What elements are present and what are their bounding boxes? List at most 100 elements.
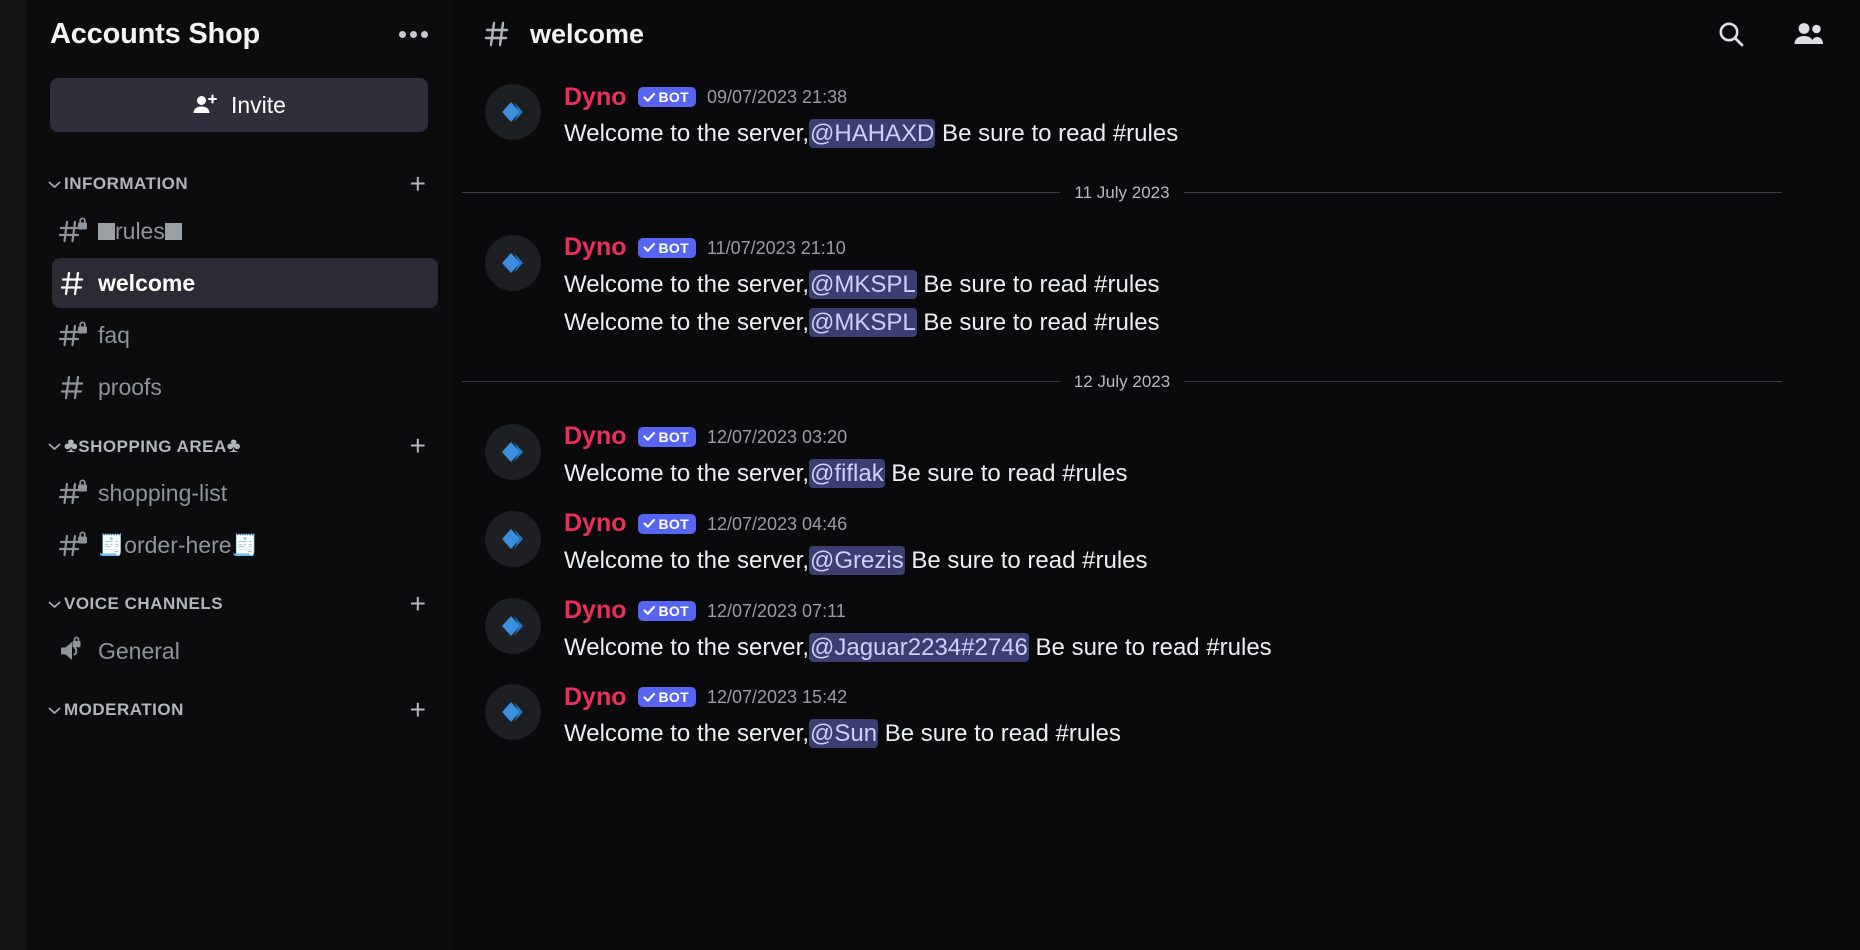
- category-text: SHOPPING AREA: [78, 437, 227, 456]
- message-timestamp: 12/07/2023 15:42: [706, 687, 848, 708]
- server-name: Accounts Shop: [50, 17, 261, 50]
- bot-badge: BOT: [637, 687, 696, 708]
- invite-label: Invite: [231, 91, 286, 118]
- sidebar-item-label: welcome: [98, 269, 196, 296]
- avatar[interactable]: [462, 509, 564, 580]
- avatar[interactable]: [462, 233, 564, 342]
- hash-locked-icon: [52, 478, 98, 508]
- avatar[interactable]: [462, 82, 564, 153]
- channel-list: INFORMATION + rules welcome faq proofs ♣…: [26, 132, 452, 950]
- hash-icon: [52, 372, 98, 402]
- message: Dyno BOT 12/07/2023 03:20 Welcome to the…: [452, 412, 1860, 499]
- message-author[interactable]: Dyno: [564, 598, 627, 623]
- category-voice-channels[interactable]: VOICE CHANNELS +: [26, 572, 452, 624]
- message-author[interactable]: Dyno: [564, 235, 627, 260]
- message-author[interactable]: Dyno: [564, 684, 627, 710]
- search-icon[interactable]: [1716, 19, 1746, 49]
- category-label: INFORMATION: [64, 174, 189, 193]
- message-author[interactable]: Dyno: [564, 511, 627, 536]
- message-header: Dyno BOT 12/07/2023 03:20: [564, 422, 1840, 452]
- sidebar-item-label: 🧾 order-here 🧾: [98, 532, 258, 559]
- dyno-avatar: [485, 234, 541, 291]
- category-label: ♣SHOPPING AREA♣: [64, 435, 241, 457]
- server-rail[interactable]: [0, 0, 26, 950]
- bot-badge: BOT: [637, 237, 696, 258]
- header-actions: [1716, 19, 1826, 49]
- bot-label: BOT: [658, 689, 689, 706]
- chat-header: welcome: [452, 0, 1860, 68]
- text-before: Welcome to the server,: [564, 633, 809, 661]
- message: Dyno BOT 12/07/2023 15:42 Welcome to the…: [452, 672, 1860, 759]
- server-header[interactable]: Accounts Shop: [26, 0, 452, 68]
- bot-badge: BOT: [637, 87, 696, 107]
- sidebar-item-label: proofs: [98, 373, 162, 400]
- category-information[interactable]: INFORMATION +: [26, 152, 452, 204]
- text-after: Be sure to read #rules: [1028, 633, 1272, 661]
- divider-line: [1184, 381, 1782, 383]
- message-body: Dyno BOT 12/07/2023 07:11 Welcome to the…: [564, 596, 1840, 667]
- date-divider: 12 July 2023: [462, 372, 1782, 392]
- invite-button[interactable]: Invite: [50, 78, 428, 132]
- hash-icon: [52, 268, 98, 298]
- message-body: Dyno BOT 11/07/2023 21:10 Welcome to the…: [564, 233, 1840, 342]
- chevron-down-icon: [48, 706, 64, 715]
- chat-area: welcome Dyno BOT 09/07/2023 21:38 Welcom…: [452, 0, 1860, 950]
- message-text: Welcome to the server,@Grezis Be sure to…: [564, 542, 1840, 580]
- category-shopping-area[interactable]: ♣SHOPPING AREA♣ +: [26, 414, 452, 466]
- category-moderation[interactable]: MODERATION +: [26, 678, 452, 730]
- user-mention[interactable]: @MKSPL: [809, 269, 917, 299]
- person-add-icon: [192, 93, 218, 117]
- speaker-locked-icon: [52, 636, 98, 666]
- club-emoji: ♣: [226, 434, 242, 457]
- message-header: Dyno BOT 12/07/2023 15:42: [564, 682, 1840, 712]
- message-author[interactable]: Dyno: [564, 84, 627, 110]
- text-after: Be sure to read #rules: [916, 270, 1160, 298]
- message-text: Welcome to the server,@Jaguar2234#2746 B…: [564, 629, 1840, 667]
- plus-icon[interactable]: +: [410, 590, 432, 618]
- sidebar-item-order-here[interactable]: 🧾 order-here 🧾: [52, 520, 438, 570]
- text-after: Be sure to read #rules: [935, 120, 1179, 147]
- sidebar-item-faq[interactable]: faq: [52, 310, 438, 360]
- plus-icon[interactable]: +: [410, 170, 432, 198]
- sidebar-item-shopping-list[interactable]: shopping-list: [52, 468, 438, 518]
- sidebar-item-welcome[interactable]: welcome: [52, 258, 438, 308]
- channel-text: order-here: [124, 531, 232, 558]
- message-timestamp: 12/07/2023 04:46: [706, 513, 848, 534]
- message-header: Dyno BOT 09/07/2023 21:38: [564, 82, 1840, 112]
- message: Dyno BOT 12/07/2023 04:46 Welcome to the…: [452, 499, 1860, 586]
- more-options-icon[interactable]: [397, 25, 430, 44]
- message-timestamp: 09/07/2023 21:38: [706, 87, 848, 107]
- user-mention[interactable]: @MKSPL: [809, 307, 917, 337]
- text-before: Welcome to the server,: [564, 459, 809, 487]
- divider-line: [462, 192, 1061, 194]
- message-scrollbar[interactable]: [1847, 68, 1856, 950]
- message-author[interactable]: Dyno: [564, 424, 627, 449]
- chevron-down-icon: [48, 442, 64, 451]
- receipt-emoji: 🧾: [231, 533, 258, 557]
- user-mention[interactable]: @fiflak: [809, 458, 885, 488]
- sidebar-item-rules[interactable]: rules: [52, 206, 438, 256]
- sidebar-item-general-voice[interactable]: General: [52, 626, 438, 676]
- avatar[interactable]: [462, 596, 564, 667]
- user-mention[interactable]: @Jaguar2234#2746: [809, 632, 1029, 662]
- user-mention[interactable]: @HAHAXD: [809, 119, 936, 148]
- message-text: Welcome to the server,@MKSPL Be sure to …: [564, 266, 1840, 304]
- club-emoji: ♣: [64, 434, 79, 457]
- user-mention[interactable]: @Grezis: [809, 545, 905, 575]
- bot-badge: BOT: [637, 426, 696, 447]
- plus-icon[interactable]: +: [410, 432, 432, 460]
- user-mention[interactable]: @Sun: [809, 719, 879, 749]
- dyno-avatar: [485, 84, 541, 140]
- message-text: Welcome to the server,@fiflak Be sure to…: [564, 455, 1840, 493]
- hash-locked-icon: [52, 216, 98, 246]
- message-list[interactable]: Dyno BOT 09/07/2023 21:38 Welcome to the…: [452, 68, 1860, 950]
- avatar[interactable]: [462, 682, 564, 753]
- check-icon: [642, 605, 655, 615]
- avatar[interactable]: [462, 422, 564, 493]
- members-icon[interactable]: [1792, 20, 1826, 48]
- text-before: Welcome to the server,: [564, 720, 809, 748]
- sidebar-item-proofs[interactable]: proofs: [52, 362, 438, 412]
- message-text: Welcome to the server,@MKSPL Be sure to …: [564, 304, 1840, 342]
- hash-locked-icon: [52, 320, 98, 350]
- plus-icon[interactable]: +: [410, 696, 432, 724]
